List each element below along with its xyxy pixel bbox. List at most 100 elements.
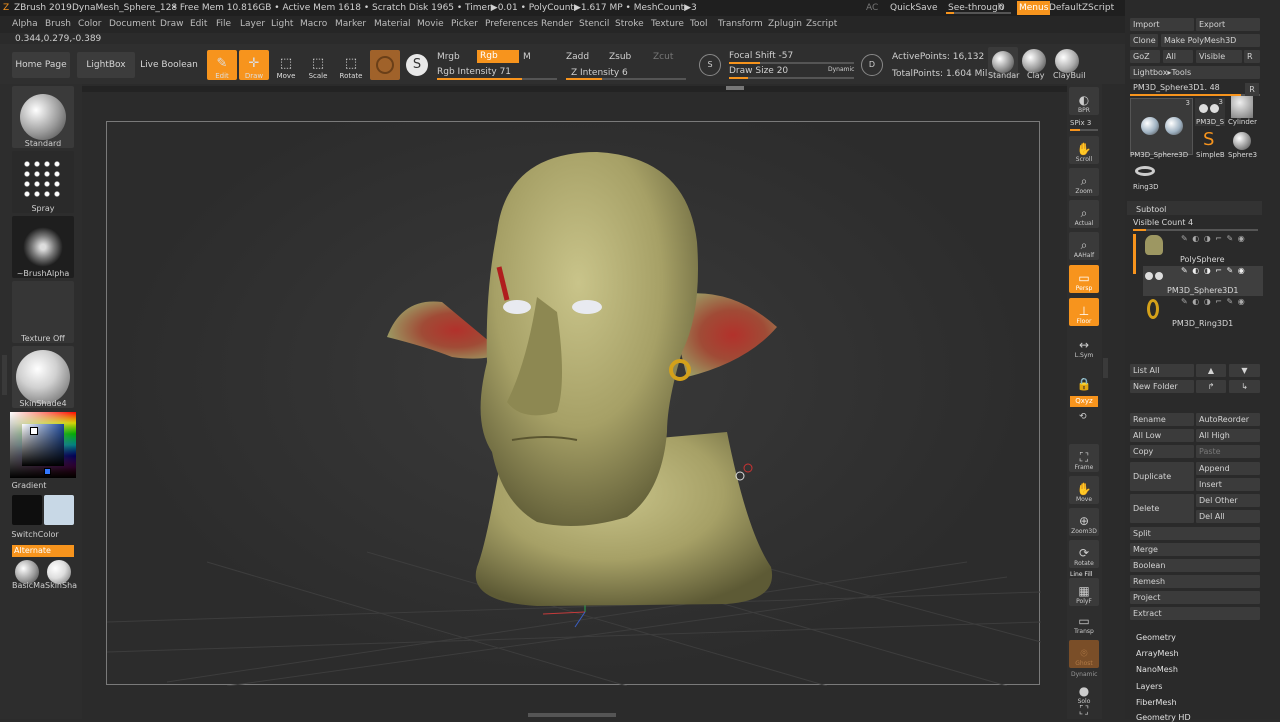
all-button[interactable]: All (1163, 50, 1193, 63)
persp-button[interactable]: ▭ Persp (1069, 265, 1099, 293)
sphere3d-icon[interactable] (1233, 132, 1251, 150)
menu-color[interactable]: Color (78, 16, 102, 33)
duplicate-button[interactable]: Duplicate (1130, 462, 1194, 491)
merge-section[interactable]: Merge (1130, 543, 1260, 556)
dynamic-toggle[interactable]: Dynamic (828, 66, 854, 73)
left-ear-mesh[interactable] (387, 301, 502, 359)
alternate-toggle[interactable]: Alternate (12, 545, 74, 557)
ghost-button[interactable]: ⌾ Ghost (1069, 640, 1099, 668)
secondary-color-swatch[interactable] (44, 495, 74, 525)
lsym-button[interactable]: ↔ L.Sym (1069, 332, 1099, 360)
rotate-view-button[interactable]: ⟳ Rotate (1069, 540, 1099, 568)
list-all-button[interactable]: List All (1130, 364, 1194, 377)
rotate-button[interactable]: ⬚ Rotate (336, 50, 366, 81)
arraymesh-subpalette[interactable]: ArrayMesh (1136, 649, 1179, 658)
menus-toggle[interactable]: Menus (1017, 1, 1051, 15)
lock-button[interactable]: 🔒 (1069, 364, 1099, 392)
bottom-tray-handle[interactable] (528, 713, 616, 717)
mrgb-toggle[interactable]: Mrgb (437, 52, 460, 62)
layers-subpalette[interactable]: Layers (1136, 682, 1162, 691)
draw-mode-icon[interactable]: D (861, 54, 883, 76)
nanomesh-subpalette[interactable]: NanoMesh (1136, 665, 1178, 674)
right-tray-toggle[interactable] (1103, 358, 1108, 378)
home-page-button[interactable]: Home Page (12, 52, 70, 78)
clay-brush-icon[interactable] (1022, 49, 1046, 73)
extract-section[interactable]: Extract (1130, 607, 1260, 620)
menu-movie[interactable]: Movie (417, 16, 444, 33)
menu-tool[interactable]: Tool (690, 16, 707, 33)
menu-material[interactable]: Material (374, 16, 411, 33)
rename-button[interactable]: Rename (1130, 413, 1194, 426)
project-section[interactable]: Project (1130, 591, 1260, 604)
stroke-icon[interactable]: S (699, 54, 721, 76)
main-color-swatch[interactable] (12, 495, 42, 525)
zsub-toggle[interactable]: Zsub (609, 52, 631, 62)
menu-transform[interactable]: Transform (718, 16, 763, 33)
menu-picker[interactable]: Picker (451, 16, 478, 33)
claybuildup-brush-icon[interactable] (1055, 49, 1079, 73)
del-all-button[interactable]: Del All (1196, 510, 1260, 523)
menu-brush[interactable]: Brush (45, 16, 71, 33)
move-up-button[interactable]: ▲ (1196, 364, 1226, 377)
zoom3d-button[interactable]: ⊕ Zoom3D (1069, 508, 1099, 536)
all-low-button[interactable]: All Low (1130, 429, 1194, 442)
actual-button[interactable]: ⌕ Actual (1069, 200, 1099, 228)
scale-button[interactable]: ⬚ Scale (303, 50, 333, 81)
copy-button[interactable]: Copy (1130, 445, 1194, 458)
qxyz-toggle[interactable]: Qxyz (1070, 396, 1098, 407)
aahalf-button[interactable]: ⌕ AAHalf (1069, 232, 1099, 260)
see-through-slider[interactable] (946, 12, 1011, 14)
lightbox-tools-button[interactable]: Lightbox▸Tools (1130, 66, 1260, 79)
rotate-local-icon[interactable]: ⟲ (1079, 412, 1087, 422)
focal-shift-slider[interactable] (729, 62, 854, 64)
delete-button[interactable]: Delete (1130, 494, 1194, 523)
zadd-toggle[interactable]: Zadd (566, 52, 589, 62)
edit-button[interactable]: ✎ Edit (207, 50, 237, 80)
geometry-subpalette[interactable]: Geometry (1136, 633, 1176, 642)
transp-button[interactable]: ▭ Transp (1069, 608, 1099, 636)
r-button[interactable]: R (1244, 50, 1260, 63)
menu-render[interactable]: Render (541, 16, 573, 33)
clone-button[interactable]: Clone (1130, 34, 1158, 47)
draw-size-slider[interactable] (729, 77, 854, 79)
visible-count-slider[interactable] (1133, 229, 1258, 231)
polyf-button[interactable]: ▦ PolyF (1069, 578, 1099, 606)
xpose-button[interactable]: ⛶ (1069, 704, 1099, 718)
rgb-intensity-slider[interactable] (437, 78, 557, 80)
autoreorder-button[interactable]: AutoReorder (1196, 413, 1260, 426)
bpr-button[interactable]: ◐ BPR (1069, 87, 1099, 115)
menu-edit[interactable]: Edit (190, 16, 207, 33)
geometry-hd-subpalette[interactable]: Geometry HD (1136, 713, 1191, 722)
move-to-bottom-button[interactable]: ↳ (1229, 380, 1260, 393)
new-folder-button[interactable]: New Folder (1130, 380, 1194, 393)
default-zscript-button[interactable]: DefaultZScript (1049, 0, 1114, 16)
shelf-handle[interactable] (726, 86, 744, 90)
menu-file[interactable]: File (216, 16, 231, 33)
menu-macro[interactable]: Macro (300, 16, 327, 33)
import-button[interactable]: Import (1130, 18, 1194, 31)
menu-light[interactable]: Light (271, 16, 293, 33)
subtool-visibility-icons[interactable]: ✎ ◐ ◑ ⌐ ✎ ◉ (1181, 297, 1246, 306)
floor-button[interactable]: ⊥ Floor (1069, 298, 1099, 326)
frame-button[interactable]: ⛶ Frame (1069, 444, 1099, 472)
menu-alpha[interactable]: Alpha (12, 16, 38, 33)
scroll-button[interactable]: ✋ Scroll (1069, 136, 1099, 164)
zcut-toggle[interactable]: Zcut (653, 52, 673, 62)
subtool-visibility-icons[interactable]: ✎ ◐ ◑ ⌐ ✎ ◉ (1181, 266, 1246, 275)
menu-marker[interactable]: Marker (335, 16, 366, 33)
boolean-section[interactable]: Boolean (1130, 559, 1260, 572)
document-canvas[interactable] (106, 121, 1041, 686)
lightbox-button[interactable]: LightBox (77, 52, 135, 78)
menu-draw[interactable]: Draw (160, 16, 184, 33)
all-high-button[interactable]: All High (1196, 429, 1260, 442)
fibermesh-subpalette[interactable]: FiberMesh (1136, 698, 1177, 707)
export-button[interactable]: Export (1196, 18, 1260, 31)
simplebrush-icon[interactable]: S (1203, 129, 1214, 150)
menu-stencil[interactable]: Stencil (579, 16, 609, 33)
menu-preferences[interactable]: Preferences (485, 16, 538, 33)
menu-texture[interactable]: Texture (651, 16, 684, 33)
color-square[interactable] (22, 424, 64, 466)
solo-button[interactable]: ● Solo (1069, 678, 1099, 706)
left-tray-toggle[interactable] (2, 355, 7, 395)
remesh-section[interactable]: Remesh (1130, 575, 1260, 588)
